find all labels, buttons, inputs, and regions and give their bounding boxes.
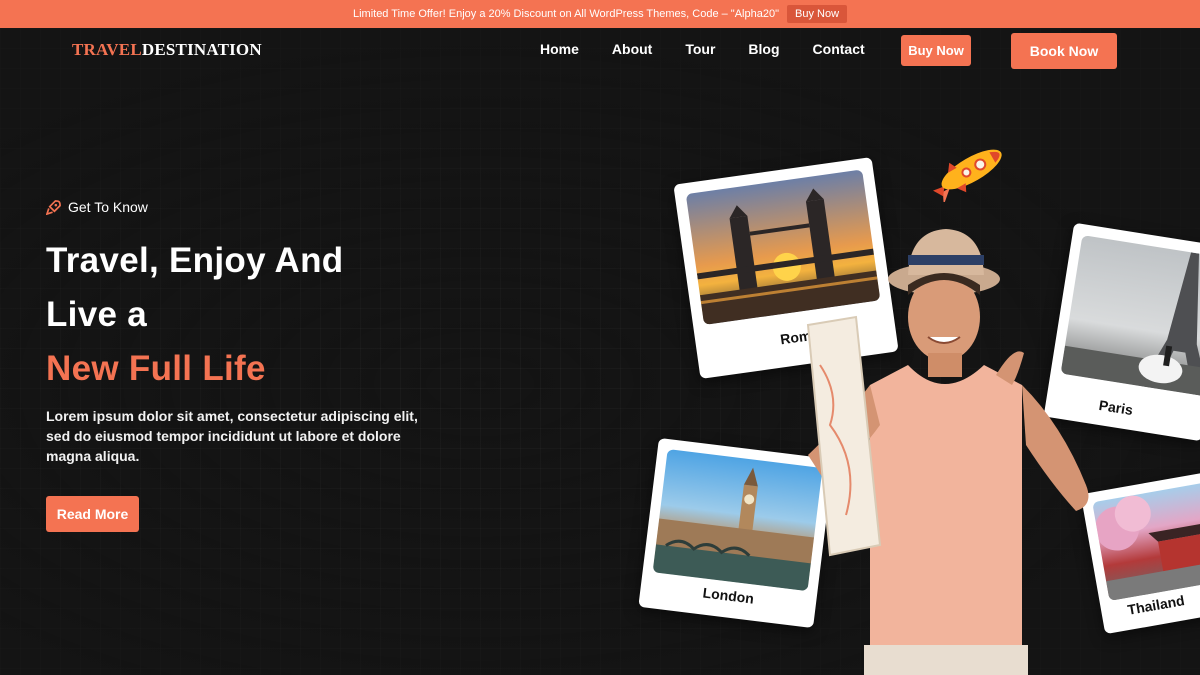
book-now-button[interactable]: Book Now: [1011, 33, 1117, 69]
nav-home[interactable]: Home: [540, 41, 579, 57]
site-logo[interactable]: TRAVELDESTINATION: [72, 40, 262, 60]
logo-part-destination: DESTINATION: [141, 40, 262, 59]
nav-blog[interactable]: Blog: [748, 41, 779, 57]
hero-eyebrow: Get To Know: [46, 199, 148, 215]
nav-tour[interactable]: Tour: [685, 41, 715, 57]
hero-title-line1: Travel, Enjoy And: [46, 241, 344, 280]
temple-photo: [1092, 481, 1200, 601]
rocket-icon: [46, 199, 61, 215]
big-ben-photo: [652, 449, 823, 592]
logo-part-travel: TRAVEL: [72, 40, 142, 59]
big-ben-silhouette: [652, 467, 815, 592]
buy-now-button[interactable]: Buy Now: [901, 35, 971, 66]
main-nav: Home About Tour Blog Contact: [540, 41, 898, 57]
hero-title-accent: New Full Life: [46, 349, 266, 388]
hero-title-line2: Live a: [46, 295, 148, 334]
nav-about[interactable]: About: [612, 41, 652, 57]
promo-text: Limited Time Offer! Enjoy a 20% Discount…: [352, 8, 779, 20]
temple-silhouette: [1095, 495, 1200, 601]
traveler-person-illustration: [806, 229, 1089, 675]
nav-contact[interactable]: Contact: [813, 41, 865, 57]
eyebrow-text: Get To Know: [68, 199, 148, 215]
rocket-illustration: [932, 149, 1002, 202]
promo-bar: Limited Time Offer! Enjoy a 20% Discount…: [0, 0, 1200, 28]
hero-title: Travel, Enjoy And Live a New Full Life: [46, 234, 344, 396]
read-more-button[interactable]: Read More: [46, 496, 139, 532]
hero-description: Lorem ipsum dolor sit amet, consectetur …: [46, 408, 418, 464]
promo-buy-now-button[interactable]: Buy Now: [787, 5, 848, 23]
